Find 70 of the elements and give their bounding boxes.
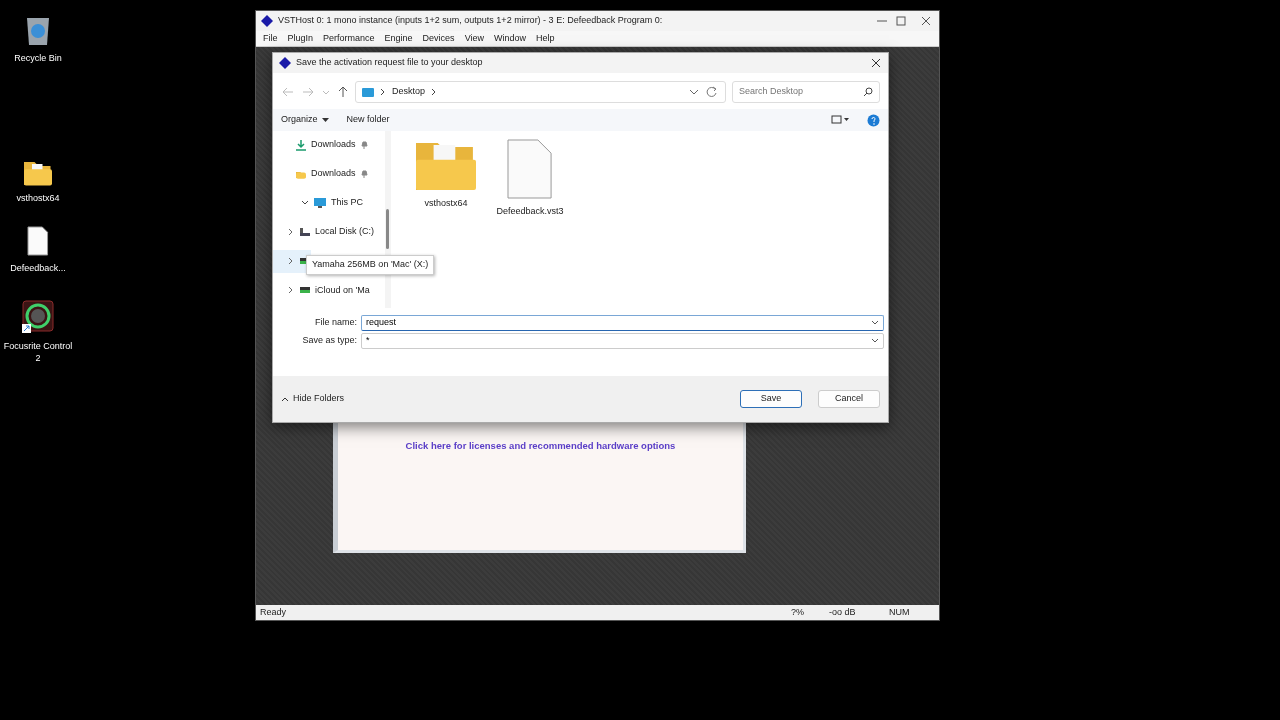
status-text: Ready [259,605,287,619]
toolbar-button[interactable]: New folder [346,113,390,127]
dropdown-caret-icon [871,338,879,344]
dialog-button[interactable]: Save [740,390,802,408]
nav-item[interactable]: iCloud on 'Ma [273,278,370,302]
desktop-icon-label[interactable]: Recycle Bin [3,52,73,64]
search-icon [863,87,873,97]
dialog-button[interactable]: Cancel [818,390,880,408]
dropdown-caret-icon [871,320,879,326]
refresh-icon[interactable] [705,86,719,98]
chevron-right-icon [380,88,386,96]
document-icon [507,139,553,199]
breadcrumb-item[interactable]: Desktop [392,85,426,99]
dropdown-caret-icon[interactable] [689,88,699,96]
nav-item[interactable]: Local Disk (C:) [273,220,374,244]
nav-item[interactable]: Downloads [273,133,368,156]
view-icon[interactable] [831,115,849,125]
menu-item[interactable]: Performance [318,31,380,46]
monitor-icon [313,196,327,209]
search-box[interactable]: Search Desktop [732,81,880,103]
menu-item[interactable]: PlugIn [282,31,319,46]
field-label: Save as type: [301,334,358,348]
close-icon[interactable] [870,57,882,69]
chevron-up-icon [281,396,289,402]
menu-item[interactable]: View [459,31,489,46]
status-text: NUM [888,605,911,619]
status-text: ?% [790,605,805,619]
desktop-icon-label[interactable]: Focusrite Control 2 [3,340,73,364]
file-name-combo[interactable]: request [361,315,884,331]
app-icon [261,15,273,27]
chevron-right-icon[interactable] [287,257,295,266]
license-link[interactable]: Click here for licenses and recommended hardware options [405,439,676,454]
dialog-title: Save the activation request file to your desktop [296,56,484,70]
toolbar-button[interactable]: Organize [281,113,329,127]
chevron-right-icon[interactable] [287,227,295,236]
drive-icon [299,226,311,237]
file-type-field[interactable]: * [366,334,871,348]
field-label: File name: [313,316,358,330]
hide-folders-button[interactable]: Hide Folders [281,392,345,406]
file-name-field[interactable]: request [366,316,871,330]
desktop-icon-label[interactable]: Defeedback... [3,262,73,274]
network-drive-icon [299,286,311,295]
nav-item[interactable]: This PC [293,191,363,215]
desktop-icon-label[interactable]: vsthostx64 [3,192,73,204]
app-icon [279,57,291,69]
chevron-down-icon[interactable] [301,198,309,207]
maximize-icon[interactable] [894,16,908,26]
caret-icon [321,117,329,123]
folder-item[interactable]: vsthostx64 [413,139,479,211]
menu-item[interactable]: Window [489,31,531,46]
up-icon[interactable] [337,86,349,98]
document-icon [27,226,49,256]
chevron-right-icon[interactable] [287,286,295,295]
window-title: VSTHost 0: 1 mono instance (inputs 1+2 sum, outputs 1+2 mirror) - 3 E: Defeedback Program 0: [278,14,664,28]
nav-item[interactable] [273,249,311,273]
download-icon [295,138,307,151]
file-type-combo[interactable]: * [361,333,884,349]
tooltip: Yamaha 256MB on 'Mac' (X:) [306,255,435,275]
nav-item[interactable]: Downloads [273,162,368,186]
help-icon[interactable] [867,113,880,127]
knob-app-icon [22,300,54,334]
monitor-icon [362,87,374,97]
menu-item[interactable]: Devices [417,31,460,46]
menu-item[interactable]: Help [531,31,560,46]
document-item[interactable]: Defeedback.vst3 [497,139,563,219]
menu-item[interactable]: Engine [379,31,418,46]
chevron-right-icon [431,88,438,96]
menu-item[interactable]: File [258,31,283,46]
address-bar[interactable]: Desktop [355,81,726,103]
status-text: -oo dB [828,605,857,619]
